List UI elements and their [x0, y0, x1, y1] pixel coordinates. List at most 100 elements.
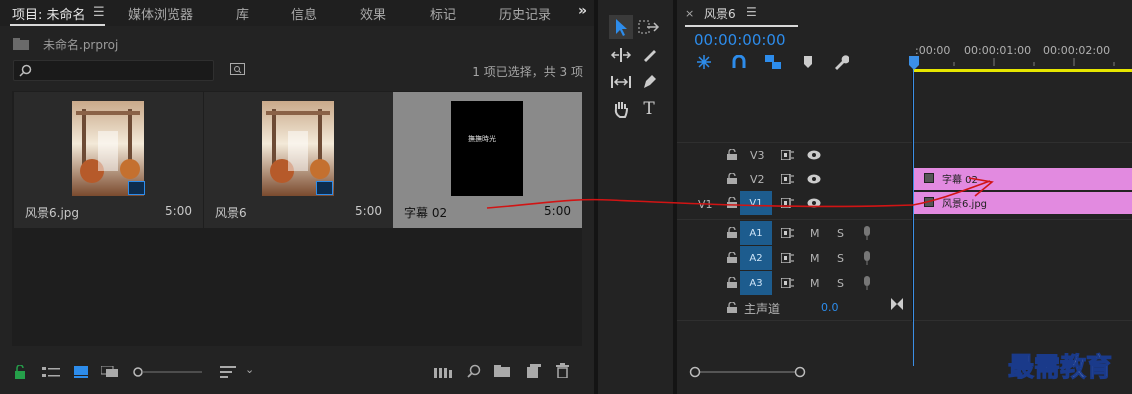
sequence-tab[interactable]: 风景6 — [704, 5, 736, 22]
eye-icon[interactable] — [807, 198, 821, 208]
solo-button[interactable]: S — [837, 277, 844, 290]
selection-tool[interactable] — [609, 15, 633, 39]
lock-icon[interactable] — [727, 252, 737, 263]
sync-lock-icon[interactable] — [781, 150, 794, 160]
sync-lock-icon[interactable] — [781, 228, 794, 238]
lock-icon[interactable] — [727, 173, 737, 184]
sequence-icon — [316, 181, 333, 195]
track-v2: V2 字幕 02 — [677, 167, 1132, 191]
zoom-slider[interactable] — [132, 366, 202, 378]
project-file-name: 未命名.prproj — [43, 38, 119, 52]
tab-markers[interactable]: 标记 — [430, 4, 456, 23]
media-item[interactable]: 风景6 5:00 — [204, 92, 393, 228]
track-target-a2[interactable]: A2 — [740, 246, 772, 270]
timeline-clip[interactable]: 字幕 02 — [914, 168, 1132, 190]
mute-button[interactable]: M — [810, 252, 820, 265]
microphone-icon[interactable] — [863, 226, 871, 240]
timeline-clip[interactable]: 风景6.jpg — [914, 192, 1132, 214]
playhead-line[interactable] — [913, 70, 914, 366]
slip-tool[interactable] — [609, 70, 633, 94]
work-area-bar[interactable] — [913, 69, 1132, 72]
title-thumbnail: 撫撫時光 — [451, 101, 523, 196]
automate-to-sequence-icon[interactable] — [434, 366, 452, 378]
folder-icon — [13, 38, 29, 50]
track-label: V1 — [749, 197, 763, 209]
search-input[interactable] — [13, 60, 214, 81]
panel-menu-icon[interactable]: ☰ — [746, 5, 757, 19]
timecode-display[interactable]: 00:00:00:00 — [694, 31, 786, 49]
selection-status: 1 项已选择，共 3 项 — [472, 65, 583, 79]
track-label[interactable]: V2 — [750, 173, 765, 186]
tab-media-browser[interactable]: 媒体浏览器 — [128, 4, 193, 23]
tab-info[interactable]: 信息 — [291, 4, 317, 23]
razor-tool[interactable] — [637, 43, 661, 67]
playhead-handle[interactable] — [909, 56, 919, 70]
tab-history[interactable]: 历史记录 — [499, 4, 551, 23]
snap-icon[interactable] — [732, 55, 746, 69]
media-item[interactable]: 风景6.jpg 5:00 — [14, 92, 203, 228]
timeline-zoom-scrollbar[interactable] — [688, 365, 808, 379]
new-search-bin-icon[interactable] — [230, 62, 245, 75]
go-to-in-out-icon[interactable] — [891, 298, 903, 310]
lock-icon[interactable] — [727, 149, 737, 160]
sync-lock-icon[interactable] — [781, 174, 794, 184]
double-chevron-right-icon[interactable]: » — [578, 3, 587, 19]
pen-icon — [644, 75, 656, 88]
trash-icon[interactable] — [556, 363, 569, 378]
lock-icon[interactable] — [727, 277, 737, 288]
panel-menu-icon[interactable]: ☰ — [93, 5, 105, 20]
master-track-label: 主声道 — [744, 302, 781, 316]
track-label[interactable]: V3 — [750, 149, 765, 162]
wrench-icon[interactable] — [833, 54, 849, 70]
add-marker-icon[interactable] — [803, 56, 813, 68]
track-target-a3[interactable]: A3 — [740, 271, 772, 295]
linked-selection-icon[interactable] — [765, 55, 781, 69]
track-target-v1[interactable]: V1 — [740, 191, 772, 215]
chevron-down-icon[interactable]: ⌄ — [245, 363, 254, 376]
freeform-view-icon[interactable] — [101, 366, 121, 378]
panel-gutter[interactable] — [673, 0, 677, 394]
pen-tool[interactable] — [637, 70, 661, 94]
hand-tool[interactable] — [609, 97, 633, 121]
solo-button[interactable]: S — [837, 227, 844, 240]
find-icon[interactable] — [467, 364, 481, 378]
sync-lock-icon[interactable] — [781, 253, 794, 263]
track-target-a1[interactable]: A1 — [740, 221, 772, 245]
lock-icon[interactable] — [727, 197, 737, 208]
lock-icon[interactable] — [14, 365, 26, 379]
project-tab-bar: 项目: 未命名 ☰ 媒体浏览器 库 信息 效果 标记 历史记录 » — [0, 0, 594, 26]
eye-icon[interactable] — [807, 150, 821, 160]
icon-view-icon[interactable] — [74, 366, 88, 378]
microphone-icon[interactable] — [863, 251, 871, 265]
list-view-icon[interactable] — [42, 366, 60, 378]
microphone-icon[interactable] — [863, 276, 871, 290]
divider — [677, 219, 1132, 220]
new-bin-icon[interactable] — [494, 365, 510, 377]
new-item-icon[interactable] — [527, 364, 541, 378]
source-patch-label[interactable]: V1 — [698, 198, 713, 211]
panel-gutter[interactable] — [594, 0, 598, 394]
tab-libraries[interactable]: 库 — [236, 4, 249, 23]
eye-icon[interactable] — [807, 174, 821, 184]
sync-lock-icon[interactable] — [781, 198, 794, 208]
media-item-name: 风景6.jpg — [25, 206, 80, 220]
type-tool[interactable]: T — [637, 97, 661, 121]
sort-icon[interactable] — [220, 366, 236, 378]
track-select-tool[interactable] — [637, 15, 661, 39]
tab-effects[interactable]: 效果 — [360, 4, 386, 23]
nest-icon[interactable] — [697, 55, 711, 69]
mute-button[interactable]: M — [810, 277, 820, 290]
ripple-edit-tool[interactable] — [609, 43, 633, 67]
mute-button[interactable]: M — [810, 227, 820, 240]
master-volume-value[interactable]: 0.0 — [821, 301, 839, 314]
clip-name: 字幕 02 — [942, 175, 978, 186]
sync-lock-icon[interactable] — [781, 278, 794, 288]
solo-button[interactable]: S — [837, 252, 844, 265]
time-ruler[interactable]: :00:00 00:00:01:00 00:00:02:00 — [913, 38, 1132, 68]
lock-icon[interactable] — [727, 302, 737, 313]
clip-name: 风景6.jpg — [942, 199, 988, 210]
media-item-selected[interactable]: 撫撫時光 字幕 02 5:00 — [393, 92, 582, 228]
lock-icon[interactable] — [727, 227, 737, 238]
close-icon[interactable]: × — [685, 7, 694, 20]
tab-project[interactable]: 项目: 未命名 — [12, 4, 86, 23]
